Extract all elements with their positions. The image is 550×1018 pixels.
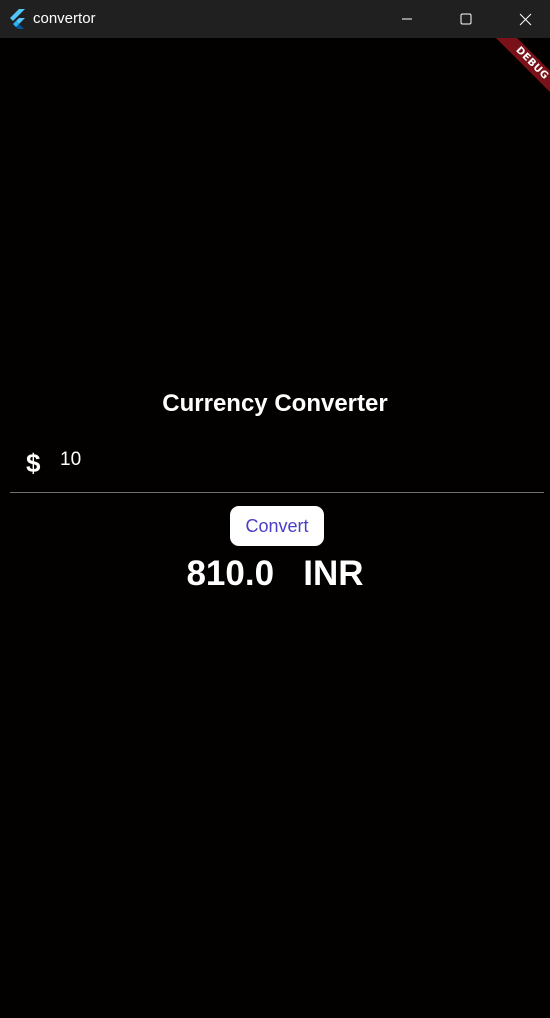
close-button[interactable]	[496, 0, 550, 38]
debug-banner: DEBUG	[480, 38, 550, 108]
window-title: convertor	[33, 10, 96, 27]
flutter-logo-icon	[8, 9, 26, 30]
amount-field[interactable]: $	[10, 438, 544, 493]
result-currency: INR	[303, 554, 364, 593]
minimize-button[interactable]	[378, 0, 436, 38]
minimize-icon	[401, 13, 413, 25]
maximize-icon	[460, 13, 472, 25]
convert-button[interactable]: Convert	[230, 506, 324, 546]
amount-input[interactable]	[60, 446, 530, 474]
maximize-button[interactable]	[437, 0, 495, 38]
dollar-icon: $	[26, 448, 41, 478]
window-titlebar: convertor	[0, 0, 550, 38]
debug-banner-label: DEBUG	[491, 38, 550, 105]
page-title: Currency Converter	[162, 390, 388, 417]
result-value: 810.0	[186, 554, 275, 593]
close-icon	[519, 13, 532, 26]
conversion-result: 810.0 INR	[0, 552, 550, 596]
